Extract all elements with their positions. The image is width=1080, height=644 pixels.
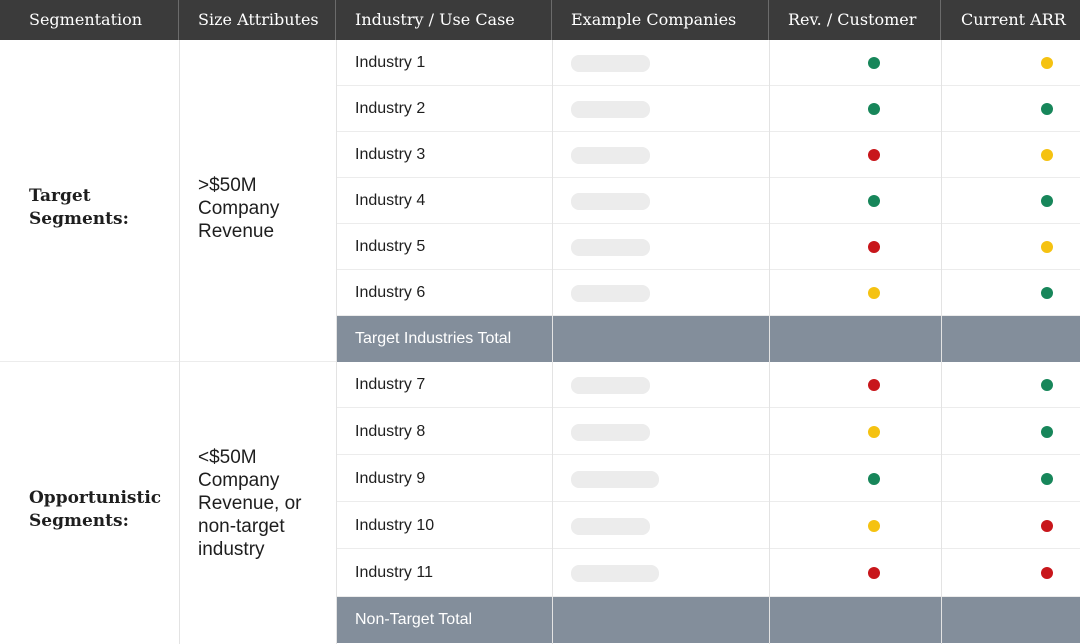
total-row: Target Industries Total	[336, 316, 1080, 362]
total-row: Non-Target Total	[336, 597, 1080, 643]
total-label: Target Industries Total	[355, 330, 512, 347]
example-company-placeholder	[571, 147, 650, 164]
table-row: Industry 9	[336, 455, 1080, 502]
example-company-placeholder	[571, 55, 650, 72]
rev-status-dot	[868, 472, 880, 485]
header-current-arr: Current ARR	[961, 10, 1066, 29]
table-row: Industry 3	[336, 132, 1080, 178]
industry-name: Industry 6	[355, 284, 426, 301]
header-size-attributes: Size Attributes	[179, 0, 336, 40]
rev-status-dot	[868, 287, 880, 299]
rev-status-dot	[868, 149, 880, 161]
example-company-placeholder	[571, 239, 650, 256]
example-company-placeholder	[571, 565, 659, 582]
arr-status-dot	[1041, 472, 1053, 485]
arr-status-dot	[1041, 57, 1053, 69]
arr-status-dot	[1041, 103, 1053, 115]
industry-name: Industry 10	[355, 516, 435, 534]
rev-status-dot	[868, 379, 880, 391]
rev-status-dot	[868, 241, 880, 253]
rev-status-dot	[868, 425, 880, 438]
size-attribute-label: >$50M Company Revenue	[198, 175, 280, 242]
rev-status-dot	[868, 567, 880, 579]
table-row: Industry 6	[336, 270, 1080, 316]
industry-name: Industry 9	[355, 469, 426, 487]
arr-status-dot	[1041, 567, 1053, 579]
column-divider	[179, 40, 180, 644]
arr-status-dot	[1041, 379, 1053, 391]
example-company-placeholder	[571, 101, 650, 118]
table-row: Industry 10	[336, 502, 1080, 549]
table-row: Industry 2	[336, 86, 1080, 132]
arr-status-dot	[1041, 287, 1053, 299]
rev-status-dot	[868, 195, 880, 207]
column-divider	[336, 40, 337, 644]
example-company-placeholder	[571, 471, 659, 488]
size-attribute-label: <$50M Company Revenue, or non-target ind…	[198, 447, 302, 560]
group-divider	[0, 361, 336, 362]
example-company-placeholder	[571, 518, 650, 535]
arr-status-dot	[1041, 241, 1053, 253]
column-divider	[769, 40, 770, 644]
table-row: Industry 8	[336, 408, 1080, 455]
header-industry-use-case: Industry / Use Case	[336, 0, 552, 40]
rev-status-dot	[868, 57, 880, 69]
column-divider	[552, 40, 553, 644]
industry-name: Industry 3	[355, 146, 426, 163]
example-company-placeholder	[571, 424, 650, 441]
segment-label: Target Segments:	[29, 186, 129, 229]
industry-name: Industry 1	[355, 54, 426, 71]
arr-status-dot	[1041, 195, 1053, 207]
industry-name: Industry 7	[355, 376, 426, 393]
header-example-companies: Example Companies	[552, 0, 769, 40]
table-row: Industry 11	[336, 549, 1080, 597]
table-row: Industry 5	[336, 224, 1080, 270]
header-segmentation: Segmentation	[0, 0, 179, 40]
segment-label: Opportunistic Segments:	[29, 488, 162, 531]
rev-status-dot	[868, 519, 880, 532]
rev-status-dot	[868, 103, 880, 115]
arr-status-dot	[1041, 425, 1053, 438]
industry-name: Industry 5	[355, 238, 426, 255]
arr-status-dot	[1041, 149, 1053, 161]
table-row: Industry 7	[336, 362, 1080, 408]
header-rev-per-customer: Rev. / Customer	[769, 0, 941, 40]
example-company-placeholder	[571, 377, 650, 394]
table-row: Industry 4	[336, 178, 1080, 224]
arr-status-dot	[1041, 519, 1053, 532]
industry-name: Industry 8	[355, 422, 426, 440]
example-company-placeholder	[571, 285, 650, 302]
total-label: Non-Target Total	[355, 611, 473, 628]
table-row: Industry 1	[336, 40, 1080, 86]
industry-name: Industry 11	[355, 564, 433, 581]
table-header: Segmentation Size Attributes Industry / …	[0, 0, 1080, 40]
industry-name: Industry 4	[355, 192, 426, 209]
example-company-placeholder	[571, 193, 650, 210]
column-divider	[941, 40, 942, 644]
industry-name: Industry 2	[355, 100, 426, 117]
